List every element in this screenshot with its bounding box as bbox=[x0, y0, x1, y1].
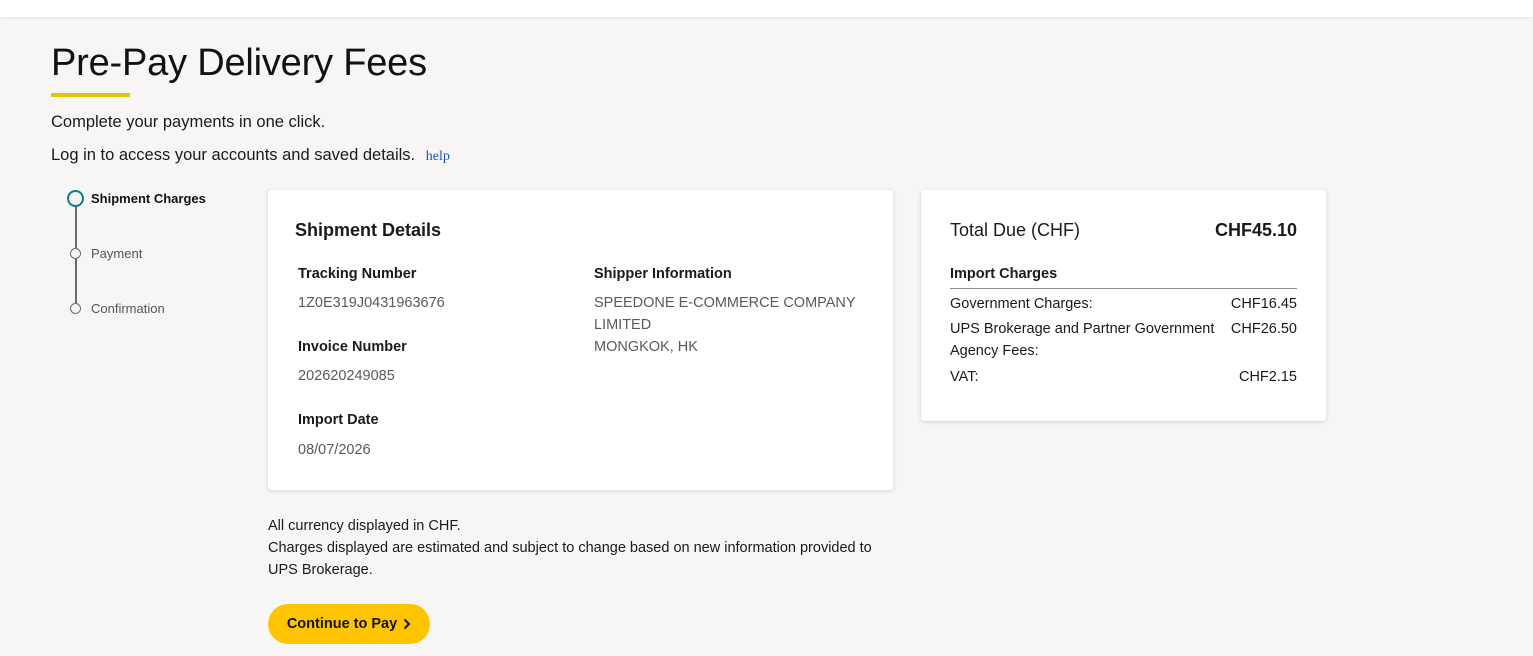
import-date-label: Import Date bbox=[298, 412, 379, 428]
shipper-name: SPEEDONE E-COMMERCE COMPANY LIMITED bbox=[594, 295, 856, 333]
top-bar bbox=[0, 0, 1533, 17]
import-date-value: 08/07/2026 bbox=[298, 442, 371, 458]
shipment-details-card: Shipment Details Tracking Number 1Z0E319… bbox=[268, 190, 893, 490]
import-charges-heading: Import Charges bbox=[950, 266, 1058, 282]
title-underline bbox=[51, 93, 130, 97]
shipment-details-heading: Shipment Details bbox=[295, 220, 442, 240]
continue-to-pay-label: Continue to Pay bbox=[286, 616, 398, 632]
step-shipment-charges: Shipment Charges bbox=[91, 191, 206, 206]
shipper-information-label: Shipper Information bbox=[594, 266, 732, 282]
total-due-amount: CHF45.10 bbox=[1214, 220, 1297, 240]
charge-label-brokerage: UPS Brokerage and Partner Government Age… bbox=[950, 321, 1215, 359]
step-indicator-active bbox=[67, 190, 84, 207]
tracking-number-value: 1Z0E319J0431963676 bbox=[298, 295, 445, 311]
shipper-information-value: SPEEDONE E-COMMERCE COMPANY LIMITED MONG… bbox=[594, 292, 864, 358]
charge-value-brokerage: CHF26.50 bbox=[1230, 321, 1297, 337]
step-indicator bbox=[70, 248, 81, 259]
page-title: Pre-Pay Delivery Fees bbox=[51, 42, 427, 84]
step-payment: Payment bbox=[91, 246, 143, 261]
chevron-right-icon bbox=[403, 618, 411, 630]
invoice-number-label: Invoice Number bbox=[298, 339, 407, 355]
continue-to-pay-button[interactable]: Continue to Pay bbox=[268, 604, 430, 644]
tracking-number-label: Tracking Number bbox=[298, 266, 417, 282]
total-due-card: Total Due (CHF) CHF45.10 Import Charges … bbox=[921, 190, 1326, 421]
charge-label-vat: VAT: bbox=[950, 369, 979, 385]
currency-note: All currency displayed in CHF. bbox=[268, 518, 461, 534]
invoice-number-value: 202620249085 bbox=[298, 368, 395, 384]
step-confirmation: Confirmation bbox=[91, 301, 165, 316]
intro-text: Complete your payments in one click. bbox=[51, 113, 326, 131]
shipper-location: MONGKOK, HK bbox=[594, 339, 698, 355]
charge-value-vat: CHF2.15 bbox=[1238, 369, 1297, 385]
total-due-heading: Total Due (CHF) bbox=[950, 220, 1081, 240]
divider bbox=[950, 288, 1297, 289]
disclaimer-note: Charges displayed are estimated and subj… bbox=[268, 540, 872, 578]
login-prompt: Log in to access your accounts and saved… bbox=[51, 146, 450, 165]
charge-label-government: Government Charges: bbox=[950, 296, 1093, 312]
help-link[interactable]: help bbox=[426, 149, 450, 164]
step-indicator bbox=[70, 303, 81, 314]
charge-value-government: CHF16.45 bbox=[1230, 296, 1297, 312]
login-prompt-text: Log in to access your accounts and saved… bbox=[51, 146, 416, 164]
